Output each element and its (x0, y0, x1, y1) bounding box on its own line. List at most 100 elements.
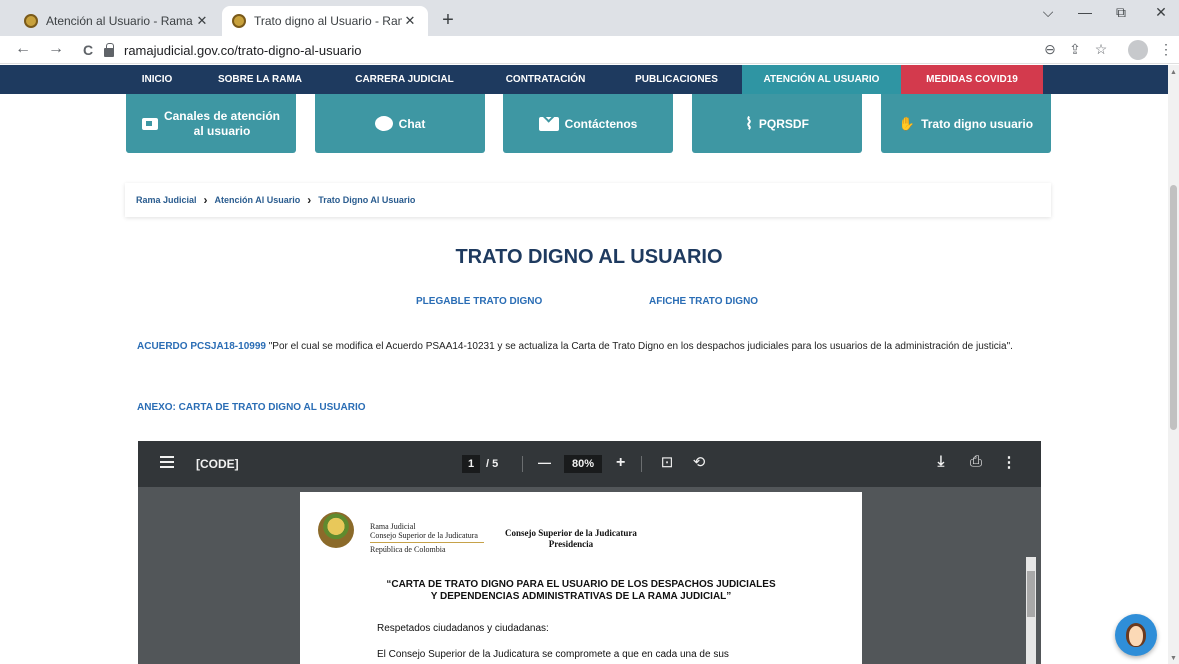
close-window-button[interactable]: ✕ (1147, 4, 1175, 21)
channel-label: Chat (398, 116, 426, 131)
rotate-icon[interactable]: ⟲ (690, 453, 708, 471)
hamburger-menu-icon[interactable] (160, 456, 174, 468)
tab-title: Trato digno al Usuario - Rama Judicial (254, 14, 402, 28)
nav-item-publicaciones[interactable]: PUBLICACIONES (620, 65, 733, 94)
restore-button[interactable]: ⧉ (1107, 4, 1135, 21)
breadcrumb: Rama Judicial › Atención Al Usuario › Tr… (125, 183, 1051, 217)
title-line2: Y DEPENDENCIAS ADMINISTRATIVAS DE LA RAM… (430, 591, 732, 602)
channel-label: Trato digno usuario (921, 116, 1034, 131)
channel-pqrsdf[interactable]: ⌇ PQRSDF (692, 94, 862, 153)
channel-label-line2: al usuario (193, 123, 251, 138)
link-afiche[interactable]: AFICHE TRATO DIGNO (649, 296, 758, 307)
browser-menu-icon[interactable]: ⋮ (1156, 41, 1176, 58)
document-body-text: El Consejo Superior de la Judicatura se … (377, 649, 729, 660)
document-org-block: Rama Judicial Consejo Superior de la Jud… (370, 522, 484, 554)
profile-avatar[interactable] (1128, 40, 1148, 60)
share-icon[interactable]: ⇪ (1065, 41, 1085, 58)
url-text: ramajudicial.gov.co/trato-digno-al-usuar… (124, 42, 362, 58)
nav-item-sobre-la-rama[interactable]: SOBRE LA RAMA (205, 65, 315, 94)
breadcrumb-link-atencion[interactable]: Atención Al Usuario (215, 195, 301, 205)
minimize-button[interactable]: — (1071, 4, 1099, 20)
bookmark-star-icon[interactable]: ☆ (1091, 41, 1111, 58)
channel-label-line1: Canales de atención (163, 108, 281, 123)
channel-label: Contáctenos (564, 116, 638, 131)
breadcrumb-separator-icon: › (203, 193, 208, 207)
pdf-scrollbar-thumb[interactable] (1027, 571, 1035, 617)
back-button[interactable]: ← (12, 40, 34, 58)
breadcrumb-link-rama-judicial[interactable]: Rama Judicial (136, 195, 197, 205)
link-anexo[interactable]: ANEXO: CARTA DE TRATO DIGNO AL USUARIO (137, 402, 366, 413)
title-line1: “CARTA DE TRATO DIGNO PARA EL USUARIO DE… (386, 579, 776, 590)
tab-search-icon[interactable]: ⌵ (1034, 4, 1062, 21)
browser-tab[interactable]: Atención al Usuario - Rama Judicial ✕ (14, 6, 220, 36)
nav-item-contratacion[interactable]: CONTRATACIÓN (494, 65, 597, 94)
page-number-input[interactable]: 1 (462, 455, 480, 473)
zoom-in-button[interactable]: + (616, 454, 625, 472)
breadcrumb-current[interactable]: Trato Digno Al Usuario (318, 195, 415, 205)
pdf-toolbar: [CODE] 1 / 5 — 80% + ⊡ ⟲ ⤓ ⎙ ⋮ (138, 441, 1041, 487)
chat-assistant-button[interactable] (1115, 614, 1157, 656)
print-icon[interactable]: ⎙ (967, 453, 985, 470)
pdf-viewer[interactable]: [CODE] 1 / 5 — 80% + ⊡ ⟲ ⤓ ⎙ ⋮ Rama Judi… (138, 441, 1041, 664)
channel-contactenos[interactable]: Contáctenos (503, 94, 673, 153)
nav-item-carrera-judicial[interactable]: CARRERA JUDICIAL (338, 65, 471, 94)
channel-chat[interactable]: Chat (315, 94, 485, 153)
scroll-up-arrow-icon[interactable]: ▲ (1170, 69, 1177, 76)
toolbar-divider (641, 456, 642, 472)
page-scrollbar[interactable]: ▲ ▼ (1168, 65, 1179, 664)
close-tab-icon[interactable]: ✕ (402, 13, 418, 29)
paperclip-icon: ⌇ (745, 115, 753, 133)
lock-icon[interactable] (104, 42, 114, 57)
address-bar: ← → C ramajudicial.gov.co/trato-digno-al… (0, 36, 1179, 64)
new-tab-button[interactable]: + (436, 9, 460, 32)
org-line1: Rama Judicial (370, 522, 416, 531)
channel-label: PQRSDF (758, 116, 809, 131)
assistant-avatar-icon (1126, 623, 1146, 647)
page-scrollbar-thumb[interactable] (1170, 185, 1177, 430)
download-icon[interactable]: ⤓ (932, 453, 950, 470)
zoom-level-input[interactable]: 80% (564, 455, 602, 473)
chat-bubble-icon (374, 116, 393, 131)
link-plegable[interactable]: PLEGABLE TRATO DIGNO (416, 296, 542, 307)
url-field[interactable]: ramajudicial.gov.co/trato-digno-al-usuar… (104, 39, 1024, 61)
inbox-icon (141, 117, 158, 130)
envelope-icon (538, 116, 559, 131)
forward-button[interactable]: → (45, 40, 67, 58)
org-rule (370, 542, 484, 543)
acuerdo-text: "Por el cual se modifica el Acuerdo PSAA… (265, 341, 1013, 352)
channel-trato-digno[interactable]: ✋ Trato digno usuario (881, 94, 1051, 153)
browser-tab-active[interactable]: Trato digno al Usuario - Rama Judicial ✕ (222, 6, 428, 36)
handshake-icon: ✋ (898, 115, 916, 131)
zoom-icon[interactable]: ⊖ (1040, 41, 1060, 58)
acuerdo-link[interactable]: ACUERDO PCSJA18-10999 (137, 341, 266, 352)
pdf-scrollbar[interactable] (1026, 557, 1036, 664)
document-greeting: Respetados ciudadanos y ciudadanas: (377, 623, 549, 634)
header-line1: Consejo Superior de la Judicatura (505, 528, 637, 538)
page-total: / 5 (486, 458, 499, 470)
header-line2: Presidencia (548, 539, 594, 549)
org-line2: Consejo Superior de la Judicatura (370, 531, 478, 540)
document-title: “CARTA DE TRATO DIGNO PARA EL USUARIO DE… (300, 579, 862, 603)
rama-judicial-favicon-icon (232, 14, 246, 28)
nav-item-inicio[interactable]: INICIO (125, 65, 189, 94)
more-options-icon[interactable]: ⋮ (1000, 453, 1018, 471)
channel-label: Canales de atención al usuario (164, 109, 280, 139)
pdf-filename: [CODE] (196, 457, 239, 471)
pdf-page: Rama Judicial Consejo Superior de la Jud… (300, 492, 862, 664)
nav-item-medidas-covid19[interactable]: MEDIDAS COVID19 (901, 65, 1043, 94)
reload-button[interactable]: C (77, 42, 99, 58)
scroll-down-arrow-icon[interactable]: ▼ (1170, 655, 1177, 662)
fit-page-icon[interactable]: ⊡ (658, 453, 676, 471)
acuerdo-paragraph: ACUERDO PCSJA18-10999 "Por el cual se mo… (137, 339, 1047, 355)
nav-item-atencion-al-usuario[interactable]: ATENCIÓN AL USUARIO (742, 65, 901, 94)
zoom-out-button[interactable]: — (538, 455, 551, 470)
rama-judicial-favicon-icon (24, 14, 38, 28)
document-header: Consejo Superior de la Judicatura Presid… (505, 528, 637, 550)
site-nav-bar: INICIO SOBRE LA RAMA CARRERA JUDICIAL CO… (0, 65, 1168, 94)
toolbar-divider (522, 456, 523, 472)
channel-canales-atencion[interactable]: Canales de atención al usuario (126, 94, 296, 153)
org-line3: República de Colombia (370, 545, 446, 554)
browser-tab-strip: Atención al Usuario - Rama Judicial ✕ Tr… (0, 0, 1179, 36)
close-tab-icon[interactable]: ✕ (194, 13, 210, 29)
page-title: TRATO DIGNO AL USUARIO (455, 246, 723, 268)
